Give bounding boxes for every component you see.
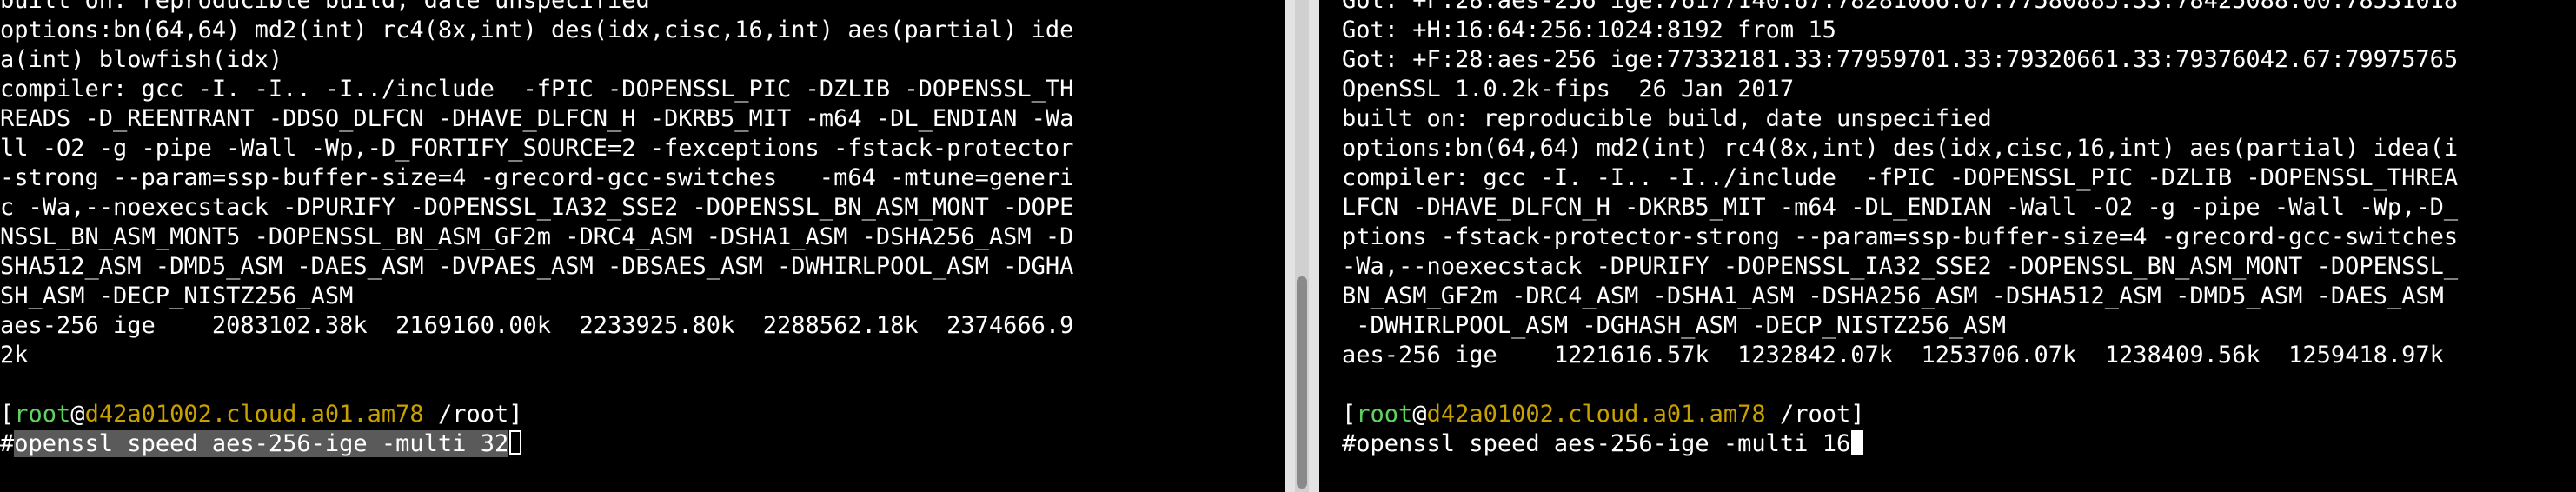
output-line: LFCN -DHAVE_DLFCN_H -DKRB5_MIT -m64 -DL_… (1342, 194, 2459, 221)
output-line: options:bn(64,64) md2(int) rc4(8x,int) d… (0, 17, 1074, 43)
output-line: compiler: gcc -I. -I.. -I../include -fPI… (1342, 164, 2459, 191)
output-line: -Wa,--noexecstack -DPURIFY -DOPENSSL_IA3… (1342, 253, 2459, 280)
prompt-line: [root@d42a01002.cloud.a01.am78 /root] (1342, 400, 2458, 429)
output-line: aes-256 ige 1221616.57k 1232842.07k 1253… (1342, 342, 2444, 369)
command-line[interactable]: #openssl speed aes-256-ige -multi 32 (0, 429, 1073, 459)
prompt-host: d42a01002.cloud.a01.am78 (84, 401, 424, 428)
output-line: 2k (0, 342, 29, 369)
output-line: built on: reproducible build, date unspe… (1342, 105, 1992, 132)
command-prefix: # (1342, 430, 1357, 457)
output-line: ll -O2 -g -pipe -Wall -Wp,-D_FORTIFY_SOU… (0, 135, 1074, 162)
output-line: OpenSSL 1.0.2k-fips 26 Jan 2017 (1342, 76, 1795, 103)
terminal-pane-left[interactable]: built on: reproducible build, date unspe… (0, 0, 1285, 492)
terminal-pane-right[interactable]: Got: +F:28:aes-256 ige:76177140.67:78281… (1319, 0, 2576, 492)
scrollbar-thumb[interactable] (1297, 276, 1307, 489)
output-line: SH_ASM -DECP_NISTZ256_ASM (0, 283, 354, 309)
command-prefix: # (0, 430, 15, 457)
terminal-output-right: Got: +F:28:aes-256 ige:76177140.67:78281… (1342, 0, 2458, 459)
prompt-at: @ (1412, 401, 1427, 428)
prompt-line: [root@d42a01002.cloud.a01.am78 /root] (0, 400, 1073, 429)
output-line: -strong --param=ssp-buffer-size=4 -greco… (0, 164, 1074, 191)
prompt-user: root (1356, 401, 1413, 428)
output-line: compiler: gcc -I. -I.. -I../include -fPI… (0, 76, 1074, 103)
terminal-output-left: built on: reproducible build, date unspe… (0, 0, 1073, 459)
output-line: a(int) blowfish(idx) (0, 46, 283, 73)
prompt-user: root (14, 401, 71, 428)
output-line: BN_ASM_GF2m -DRC4_ASM -DSHA1_ASM -DSHA25… (1342, 283, 2459, 309)
prompt-open-bracket: [ (0, 401, 15, 428)
output-line: built on: reproducible build, date unspe… (0, 0, 650, 14)
output-line: ptions -fstack-protector-strong --param=… (1342, 223, 2459, 250)
output-line: Got: +F:28:aes-256 ige:77332181.33:77959… (1342, 46, 2459, 73)
output-line: aes-256 ige 2083102.38k 2169160.00k 2233… (0, 312, 1074, 339)
output-line: Got: +H:16:64:256:1024:8192 from 15 (1342, 17, 1836, 43)
output-line: options:bn(64,64) md2(int) rc4(8x,int) d… (1342, 135, 2459, 162)
prompt-open-bracket: [ (1342, 401, 1357, 428)
prompt-path: /root] (1765, 401, 1865, 428)
cursor (1851, 430, 1864, 455)
cursor (509, 430, 522, 455)
prompt-at: @ (70, 401, 85, 428)
output-line: READS -D_REENTRANT -DDSO_DLFCN -DHAVE_DL… (0, 105, 1074, 132)
output-line: SHA512_ASM -DMD5_ASM -DAES_ASM -DVPAES_A… (0, 253, 1074, 280)
output-line: c -Wa,--noexecstack -DPURIFY -DOPENSSL_I… (0, 194, 1074, 221)
command-line[interactable]: #openssl speed aes-256-ige -multi 16 (1342, 429, 2458, 459)
output-line: -DWHIRLPOOL_ASM -DGHASH_ASM -DECP_NISTZ2… (1342, 312, 2007, 339)
output-line: NSSL_BN_ASM_MONT5 -DOPENSSL_BN_ASM_GF2m … (0, 223, 1074, 250)
prompt-path: /root] (423, 401, 523, 428)
command-text[interactable]: openssl speed aes-256-ige -multi 16 (1356, 430, 1850, 457)
prompt-host: d42a01002.cloud.a01.am78 (1426, 401, 1766, 428)
output-line: Got: +F:28:aes-256 ige:76177140.67:78281… (1342, 0, 2459, 14)
command-text[interactable]: openssl speed aes-256-ige -multi 32 (14, 430, 509, 457)
